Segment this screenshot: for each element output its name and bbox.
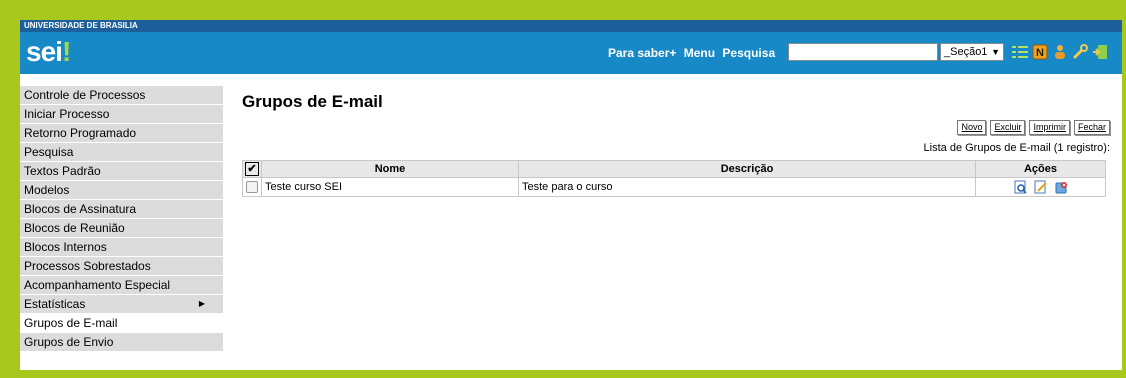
toolbar: Novo Excluir Imprimir Fechar xyxy=(957,120,1110,135)
user-icon[interactable] xyxy=(1052,44,1068,60)
chevron-down-icon: ▼ xyxy=(991,47,1000,57)
main-content: Grupos de E-mail Novo Excluir Imprimir F… xyxy=(242,86,1110,197)
novo-button[interactable]: Novo xyxy=(957,120,987,135)
search-input[interactable] xyxy=(788,43,938,61)
sidebar-item-iniciar-processo[interactable]: Iniciar Processo xyxy=(20,105,223,124)
row-checkbox[interactable] xyxy=(246,181,258,194)
unit-select-value: _Seção1 xyxy=(944,46,988,58)
sidebar-item-grupos-de-email[interactable]: Grupos de E-mail xyxy=(20,314,223,333)
grid-icon[interactable] xyxy=(1012,44,1028,60)
org-bar: UNIVERSIDADE DE BRASILIA xyxy=(20,20,1122,32)
header-icons: N xyxy=(1012,44,1108,60)
sidebar-item-retorno-programado[interactable]: Retorno Programado xyxy=(20,124,223,143)
cell-acoes xyxy=(975,177,1106,197)
sidebar-item-estatisticas[interactable]: Estatísticas ▶ xyxy=(20,295,223,314)
org-name: UNIVERSIDADE DE BRASILIA xyxy=(24,21,138,30)
sidebar-item-blocos-de-assinatura[interactable]: Blocos de Assinatura xyxy=(20,200,223,219)
header-nav: Para saber+ Menu Pesquisa xyxy=(608,46,779,60)
table-caption: Lista de Grupos de E-mail (1 registro): xyxy=(923,142,1110,154)
para-saber-link[interactable]: Para saber+ xyxy=(608,46,676,60)
sidebar-item-modelos[interactable]: Modelos xyxy=(20,181,223,200)
excluir-button[interactable]: Excluir xyxy=(990,120,1026,135)
notification-n-icon[interactable]: N xyxy=(1032,44,1048,60)
header: sei! Para saber+ Menu Pesquisa _Seção1 ▼ … xyxy=(20,32,1122,74)
row-select-cell xyxy=(242,177,262,197)
sidebar-item-processos-sobrestados[interactable]: Processos Sobrestados xyxy=(20,257,223,276)
sidebar-menu: Controle de Processos Iniciar Processo R… xyxy=(20,86,223,352)
svg-text:N: N xyxy=(1036,47,1044,59)
header-descricao[interactable]: Descrição xyxy=(518,160,976,178)
sidebar-item-acompanhamento-especial[interactable]: Acompanhamento Especial xyxy=(20,276,223,295)
pesquisa-label[interactable]: Pesquisa xyxy=(722,46,775,60)
menu-link[interactable]: Menu xyxy=(684,46,715,60)
header-acoes: Ações xyxy=(975,160,1106,178)
view-icon[interactable] xyxy=(1014,180,1028,194)
logo-dot: ! xyxy=(61,36,71,67)
sidebar-item-grupos-de-envio[interactable]: Grupos de Envio xyxy=(20,333,223,352)
sidebar-item-blocos-de-reuniao[interactable]: Blocos de Reunião xyxy=(20,219,223,238)
cell-nome: Teste curso SEI xyxy=(261,177,519,197)
chevron-right-icon: ▶ xyxy=(198,299,205,308)
unit-select[interactable]: _Seção1 ▼ xyxy=(940,43,1004,61)
delete-icon[interactable] xyxy=(1054,180,1068,194)
table-header-row: ✔ Nome Descrição Ações xyxy=(242,160,1106,178)
sidebar-item-pesquisa[interactable]: Pesquisa xyxy=(20,143,223,162)
sidebar-item-controle-de-processos[interactable]: Controle de Processos xyxy=(20,86,223,105)
page-title: Grupos de E-mail xyxy=(242,92,383,111)
exit-icon[interactable] xyxy=(1092,44,1108,60)
select-all-checkbox[interactable]: ✔ xyxy=(245,162,259,176)
table-row: Teste curso SEI Teste para o curso xyxy=(242,177,1106,197)
cell-descricao: Teste para o curso xyxy=(518,177,976,197)
select-all-cell: ✔ xyxy=(242,160,262,178)
imprimir-button[interactable]: Imprimir xyxy=(1029,120,1070,135)
fechar-button[interactable]: Fechar xyxy=(1073,120,1110,135)
sei-logo[interactable]: sei! xyxy=(26,36,71,68)
header-nome[interactable]: Nome xyxy=(261,160,519,178)
row-actions xyxy=(979,180,1102,194)
sidebar-item-label: Estatísticas xyxy=(24,297,86,311)
edit-icon[interactable] xyxy=(1034,180,1048,194)
app-window: UNIVERSIDADE DE BRASILIA sei! Para saber… xyxy=(20,20,1122,370)
sidebar-item-textos-padrao[interactable]: Textos Padrão xyxy=(20,162,223,181)
email-groups-table: ✔ Nome Descrição Ações Teste curso SEI T… xyxy=(242,160,1106,197)
logo-text: sei xyxy=(26,36,63,67)
tools-icon[interactable] xyxy=(1072,44,1088,60)
sidebar-item-blocos-internos[interactable]: Blocos Internos xyxy=(20,238,223,257)
